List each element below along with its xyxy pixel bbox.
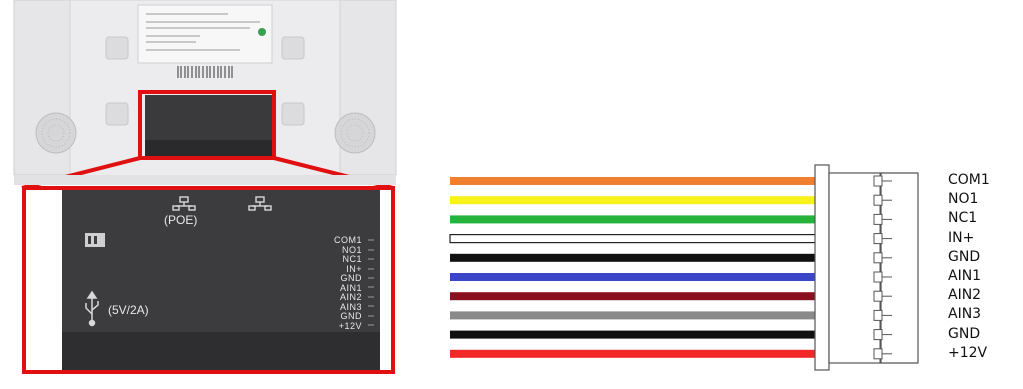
wire-2	[450, 196, 870, 205]
speaker-grille-left	[35, 112, 77, 154]
device-port-label: GND	[340, 311, 362, 321]
wire-6	[450, 273, 870, 281]
terminal-screw	[873, 290, 883, 302]
pin-label: AIN2	[948, 287, 982, 304]
terminal-block	[814, 164, 919, 371]
terminal-screw	[873, 213, 883, 225]
terminal-screw	[873, 194, 883, 206]
terminal-screw	[873, 175, 883, 187]
device-port-label: NO1	[341, 244, 362, 255]
device-port-label: AIN3	[339, 301, 362, 312]
wire-5	[450, 253, 870, 262]
pin-label: IN+	[948, 229, 975, 246]
wire-8	[450, 311, 870, 320]
device-port-label: AIN1	[339, 282, 362, 293]
terminal-screw	[873, 348, 883, 360]
pin-label: GND	[948, 325, 981, 342]
pin-label: AIN3	[948, 306, 982, 323]
wire-3	[450, 215, 870, 224]
terminal-screw	[873, 233, 883, 245]
device-port-label: GND	[340, 273, 362, 283]
speaker-grille-right	[334, 112, 376, 154]
wire-1	[450, 177, 870, 185]
pin-label: NC1	[948, 210, 978, 227]
pin-label: GND	[948, 248, 981, 265]
pin-label: AIN1	[948, 268, 982, 284]
wire-4	[449, 234, 871, 244]
device-port-label: NC1	[342, 254, 362, 264]
usb-power-label: (5V/2A)	[108, 303, 149, 317]
device-photo	[0, 0, 400, 389]
device-port-label: +12V	[338, 320, 362, 331]
terminal-screw	[873, 329, 883, 341]
card-slot-icon	[85, 233, 105, 247]
pin-label: COM1	[948, 172, 990, 188]
device-port-label: AIN2	[339, 292, 362, 302]
terminal-screw	[873, 271, 883, 283]
device-port-label: IN+	[346, 263, 362, 274]
terminal-screw	[873, 252, 883, 264]
pin-label: +12V	[948, 344, 988, 361]
poe-label: (POE)	[164, 213, 198, 227]
wire-10	[450, 349, 870, 358]
pin-label: NO1	[948, 191, 979, 208]
terminal-screw	[873, 309, 883, 321]
wire-group	[449, 177, 871, 358]
wire-7	[450, 292, 870, 301]
wire-9	[450, 330, 870, 339]
device-port-label: COM1	[333, 235, 362, 245]
wiring-diagram	[0, 0, 919, 389]
